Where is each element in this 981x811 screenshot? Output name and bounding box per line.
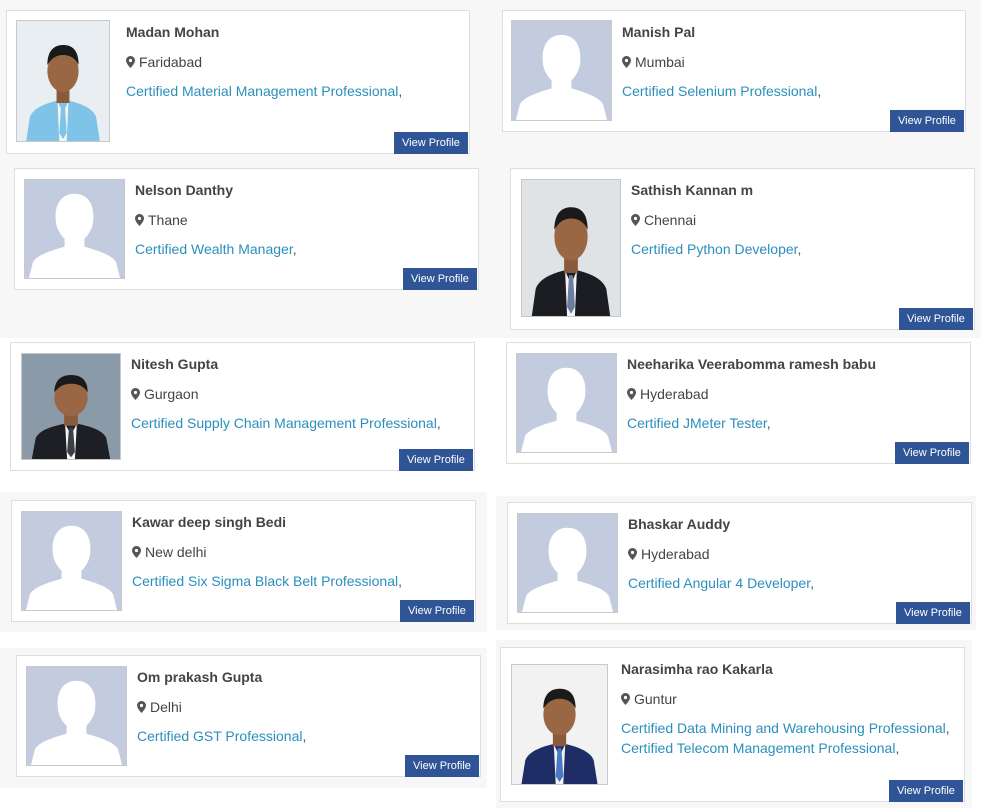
profile-photo — [511, 664, 608, 785]
view-profile-button[interactable]: View Profile — [899, 308, 973, 330]
avatar-placeholder-icon — [511, 20, 612, 121]
profile-photo — [521, 179, 621, 317]
certification-list: Certified GST Professional, — [137, 726, 306, 746]
separator: , — [398, 573, 402, 589]
separator: , — [817, 83, 822, 99]
separator: , — [945, 720, 950, 736]
certification-link[interactable]: Certified Wealth Manager — [135, 241, 293, 257]
view-profile-button[interactable]: View Profile — [895, 442, 969, 464]
profile-name: Kawar deep singh Bedi — [132, 514, 287, 530]
separator: , — [292, 241, 297, 257]
location-text: Hyderabad — [640, 386, 709, 402]
map-marker-icon — [137, 700, 146, 716]
separator: , — [810, 575, 814, 591]
certification-link[interactable]: Certified Supply Chain Management Profes… — [131, 415, 437, 431]
avatar-placeholder-icon — [516, 353, 617, 453]
map-marker-icon — [126, 55, 135, 71]
map-marker-icon — [631, 213, 640, 229]
location-text: Mumbai — [635, 54, 685, 70]
view-profile-button[interactable]: View Profile — [890, 110, 964, 132]
location-text: Delhi — [150, 699, 182, 715]
separator: , — [895, 740, 900, 756]
location-text: Thane — [148, 212, 188, 228]
profile-name: Manish Pal — [622, 24, 696, 40]
certification-link[interactable]: Certified Python Developer — [631, 241, 798, 257]
profile-photo — [21, 353, 121, 460]
location-text: Faridabad — [139, 54, 203, 70]
location-text: New delhi — [145, 544, 207, 560]
view-profile-button[interactable]: View Profile — [400, 600, 474, 622]
certification-list: Certified JMeter Tester, — [627, 413, 771, 433]
location-text: Guntur — [634, 691, 677, 707]
profile-photo — [16, 20, 110, 142]
separator: , — [302, 728, 307, 744]
profile-name: Sathish Kannan m — [631, 182, 754, 198]
profile-name: Neeharika Veerabomma ramesh babu — [627, 356, 877, 372]
certification-list: Certified Material Management Profession… — [126, 81, 402, 101]
location-text: Chennai — [644, 212, 697, 228]
location-text: Hyderabad — [641, 546, 710, 562]
map-marker-icon — [135, 213, 144, 229]
separator: , — [766, 415, 771, 431]
avatar-placeholder-icon — [517, 513, 618, 613]
profile-location: Guntur — [621, 691, 677, 708]
view-profile-button[interactable]: View Profile — [889, 780, 963, 802]
certification-link[interactable]: Certified Telecom Management Professiona… — [621, 740, 895, 756]
profile-name: Nitesh Gupta — [131, 356, 219, 372]
map-marker-icon — [131, 387, 140, 403]
profile-name: Nelson Danthy — [135, 182, 234, 198]
certification-link[interactable]: Certified GST Professional — [137, 728, 302, 744]
profile-location: Chennai — [631, 212, 696, 229]
certification-link[interactable]: Certified Six Sigma Black Belt Professio… — [132, 573, 398, 589]
separator: , — [436, 415, 441, 431]
view-profile-button[interactable]: View Profile — [405, 755, 479, 777]
profile-location: Hyderabad — [627, 386, 709, 403]
map-marker-icon — [628, 547, 637, 563]
profile-name: Bhaskar Auddy — [628, 516, 731, 532]
view-profile-button[interactable]: View Profile — [403, 268, 477, 290]
view-profile-button[interactable]: View Profile — [896, 602, 970, 624]
certification-list: Certified Data Mining and Warehousing Pr… — [621, 718, 950, 758]
certification-list: Certified Supply Chain Management Profes… — [131, 413, 441, 433]
certification-link[interactable]: Certified Selenium Professional — [622, 83, 817, 99]
separator: , — [398, 83, 403, 99]
certification-list: Certified Six Sigma Black Belt Professio… — [132, 571, 402, 591]
map-marker-icon — [622, 55, 631, 71]
profile-name: Madan Mohan — [126, 24, 220, 40]
profile-location: Hyderabad — [628, 546, 710, 563]
map-marker-icon — [627, 387, 636, 403]
certification-link[interactable]: Certified Data Mining and Warehousing Pr… — [621, 720, 946, 736]
certification-link[interactable]: Certified JMeter Tester — [627, 415, 767, 431]
profile-location: Delhi — [137, 699, 182, 716]
profile-name: Narasimha rao Kakarla — [621, 661, 773, 677]
profile-location: Mumbai — [622, 54, 685, 71]
profile-location: Faridabad — [126, 54, 202, 71]
certification-list: Certified Python Developer, — [631, 239, 801, 259]
avatar-placeholder-icon — [24, 179, 125, 279]
avatar-placeholder-icon — [26, 666, 127, 766]
certification-list: Certified Selenium Professional, — [622, 81, 821, 101]
view-profile-button[interactable]: View Profile — [394, 132, 468, 154]
location-text: Gurgaon — [144, 386, 199, 402]
map-marker-icon — [621, 692, 630, 708]
map-marker-icon — [132, 545, 141, 561]
separator: , — [797, 241, 802, 257]
profile-name: Om prakash Gupta — [137, 669, 263, 685]
certification-list: Certified Angular 4 Developer, — [628, 573, 814, 593]
profile-location: New delhi — [132, 544, 206, 561]
profile-location: Gurgaon — [131, 386, 198, 403]
profile-location: Thane — [135, 212, 188, 229]
certification-link[interactable]: Certified Material Management Profession… — [126, 83, 398, 99]
certification-link[interactable]: Certified Angular 4 Developer — [628, 575, 810, 591]
certification-list: Certified Wealth Manager, — [135, 239, 297, 259]
avatar-placeholder-icon — [21, 511, 122, 611]
view-profile-button[interactable]: View Profile — [399, 449, 473, 471]
